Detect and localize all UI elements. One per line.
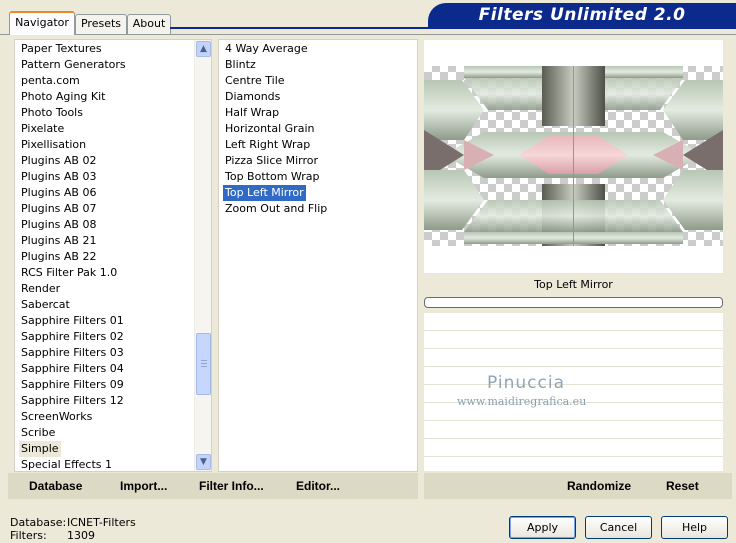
filter-list-item[interactable]: Top Left Mirror <box>223 185 306 201</box>
watermark-url: www.maidiregrafica.eu <box>457 395 587 408</box>
database-value: ICNET-Filters <box>67 516 136 529</box>
category-list-item[interactable]: Sapphire Filters 09 <box>19 377 126 393</box>
filter-list-item[interactable]: Centre Tile <box>223 73 287 89</box>
category-list-item[interactable]: Sapphire Filters 12 <box>19 393 126 409</box>
category-list-item[interactable]: Plugins AB 08 <box>19 217 98 233</box>
category-list-item[interactable]: Plugins AB 06 <box>19 185 98 201</box>
preview-image <box>424 66 723 246</box>
category-list[interactable]: Paper Textures Pattern Generators penta.co… <box>14 39 212 472</box>
help-button[interactable]: Help <box>661 516 728 539</box>
category-list-item[interactable]: RCS Filter Pak 1.0 <box>19 265 119 281</box>
category-list-item[interactable]: Sapphire Filters 02 <box>19 329 126 345</box>
category-list-item[interactable]: Pixellisation <box>19 137 88 153</box>
filter-info-button[interactable]: Filter Info... <box>199 479 264 493</box>
filter-list-item[interactable]: Blintz <box>223 57 258 73</box>
selected-filter-name: Top Left Mirror <box>424 273 723 297</box>
category-list-item[interactable]: penta.com <box>19 73 82 89</box>
filter-list-item[interactable]: Diamonds <box>223 89 282 105</box>
filter-list-item[interactable]: Half Wrap <box>223 105 281 121</box>
right-action-bar: Randomize Reset <box>424 473 732 499</box>
divider <box>424 348 723 349</box>
scroll-thumb[interactable] <box>196 333 211 395</box>
parameter-area <box>424 313 723 471</box>
filter-list[interactable]: 4 Way Average Blintz Centre Tile Diamonds Ha… <box>218 39 418 472</box>
tab-about[interactable]: About <box>127 14 171 34</box>
category-list-item[interactable]: Photo Tools <box>19 105 85 121</box>
category-list-item[interactable]: Render <box>19 281 62 297</box>
category-list-item[interactable]: Scribe <box>19 425 57 441</box>
category-list-item[interactable]: Sapphire Filters 04 <box>19 361 126 377</box>
grip-icon <box>201 363 207 364</box>
category-list-item[interactable]: Plugins AB 02 <box>19 153 98 169</box>
category-list-item[interactable]: Plugins AB 21 <box>19 233 98 249</box>
filter-list-item[interactable]: Horizontal Grain <box>223 121 316 137</box>
category-list-item[interactable]: Pixelate <box>19 121 66 137</box>
grip-icon <box>201 360 207 361</box>
category-list-item[interactable]: Plugins AB 03 <box>19 169 98 185</box>
filters-key: Filters: <box>10 529 47 542</box>
scroll-up-button[interactable]: ▲ <box>196 41 211 57</box>
category-list-item[interactable]: ScreenWorks <box>19 409 94 425</box>
category-list-item[interactable]: Pattern Generators <box>19 57 128 73</box>
category-list-item[interactable]: Paper Textures <box>19 41 104 57</box>
tab-navigator[interactable]: Navigator <box>9 11 75 35</box>
app-title-banner: Filters Unlimited 2.0 <box>428 3 736 27</box>
apply-button[interactable]: Apply <box>509 516 576 539</box>
cancel-button[interactable]: Cancel <box>585 516 652 539</box>
scroll-down-button[interactable]: ▼ <box>196 454 211 470</box>
filter-list-item[interactable]: Left Right Wrap <box>223 137 312 153</box>
divider <box>424 330 723 331</box>
database-key: Database: <box>10 516 67 529</box>
tab-divider <box>0 34 736 35</box>
category-list-item[interactable]: Photo Aging Kit <box>19 89 107 105</box>
divider <box>424 456 723 457</box>
filters-count: 1309 <box>67 529 95 542</box>
grip-icon <box>201 366 207 367</box>
category-list-item[interactable]: Sabercat <box>19 297 72 313</box>
left-action-bar: Database Import... Filter Info... Editor… <box>8 473 418 499</box>
editor-button[interactable]: Editor... <box>296 479 340 493</box>
category-list-item[interactable]: Special Effects 1 <box>19 457 114 473</box>
randomize-button[interactable]: Randomize <box>567 479 631 493</box>
divider <box>424 366 723 367</box>
filter-list-item[interactable]: Top Bottom Wrap <box>223 169 322 185</box>
filter-list-item[interactable]: Pizza Slice Mirror <box>223 153 320 169</box>
filter-list-item[interactable]: 4 Way Average <box>223 41 310 57</box>
category-list-item[interactable]: Simple <box>19 441 61 457</box>
divider <box>424 420 723 421</box>
divider <box>424 438 723 439</box>
reset-button[interactable]: Reset <box>666 479 699 493</box>
banner-underline <box>170 27 736 29</box>
category-list-item[interactable]: Sapphire Filters 01 <box>19 313 126 329</box>
import-button[interactable]: Import... <box>120 479 167 493</box>
progress-bar <box>424 297 723 308</box>
filter-list-item[interactable]: Zoom Out and Flip <box>223 201 329 217</box>
tab-presets[interactable]: Presets <box>75 14 127 34</box>
watermark-name: Pinuccia <box>487 373 565 393</box>
category-list-item[interactable]: Sapphire Filters 03 <box>19 345 126 361</box>
category-list-item[interactable]: Plugins AB 07 <box>19 201 98 217</box>
category-list-item[interactable]: Plugins AB 22 <box>19 249 98 265</box>
category-scrollbar[interactable]: ▲ ▼ <box>194 40 211 471</box>
divider <box>424 384 723 385</box>
database-button[interactable]: Database <box>29 479 82 493</box>
preview-panel <box>424 40 723 273</box>
